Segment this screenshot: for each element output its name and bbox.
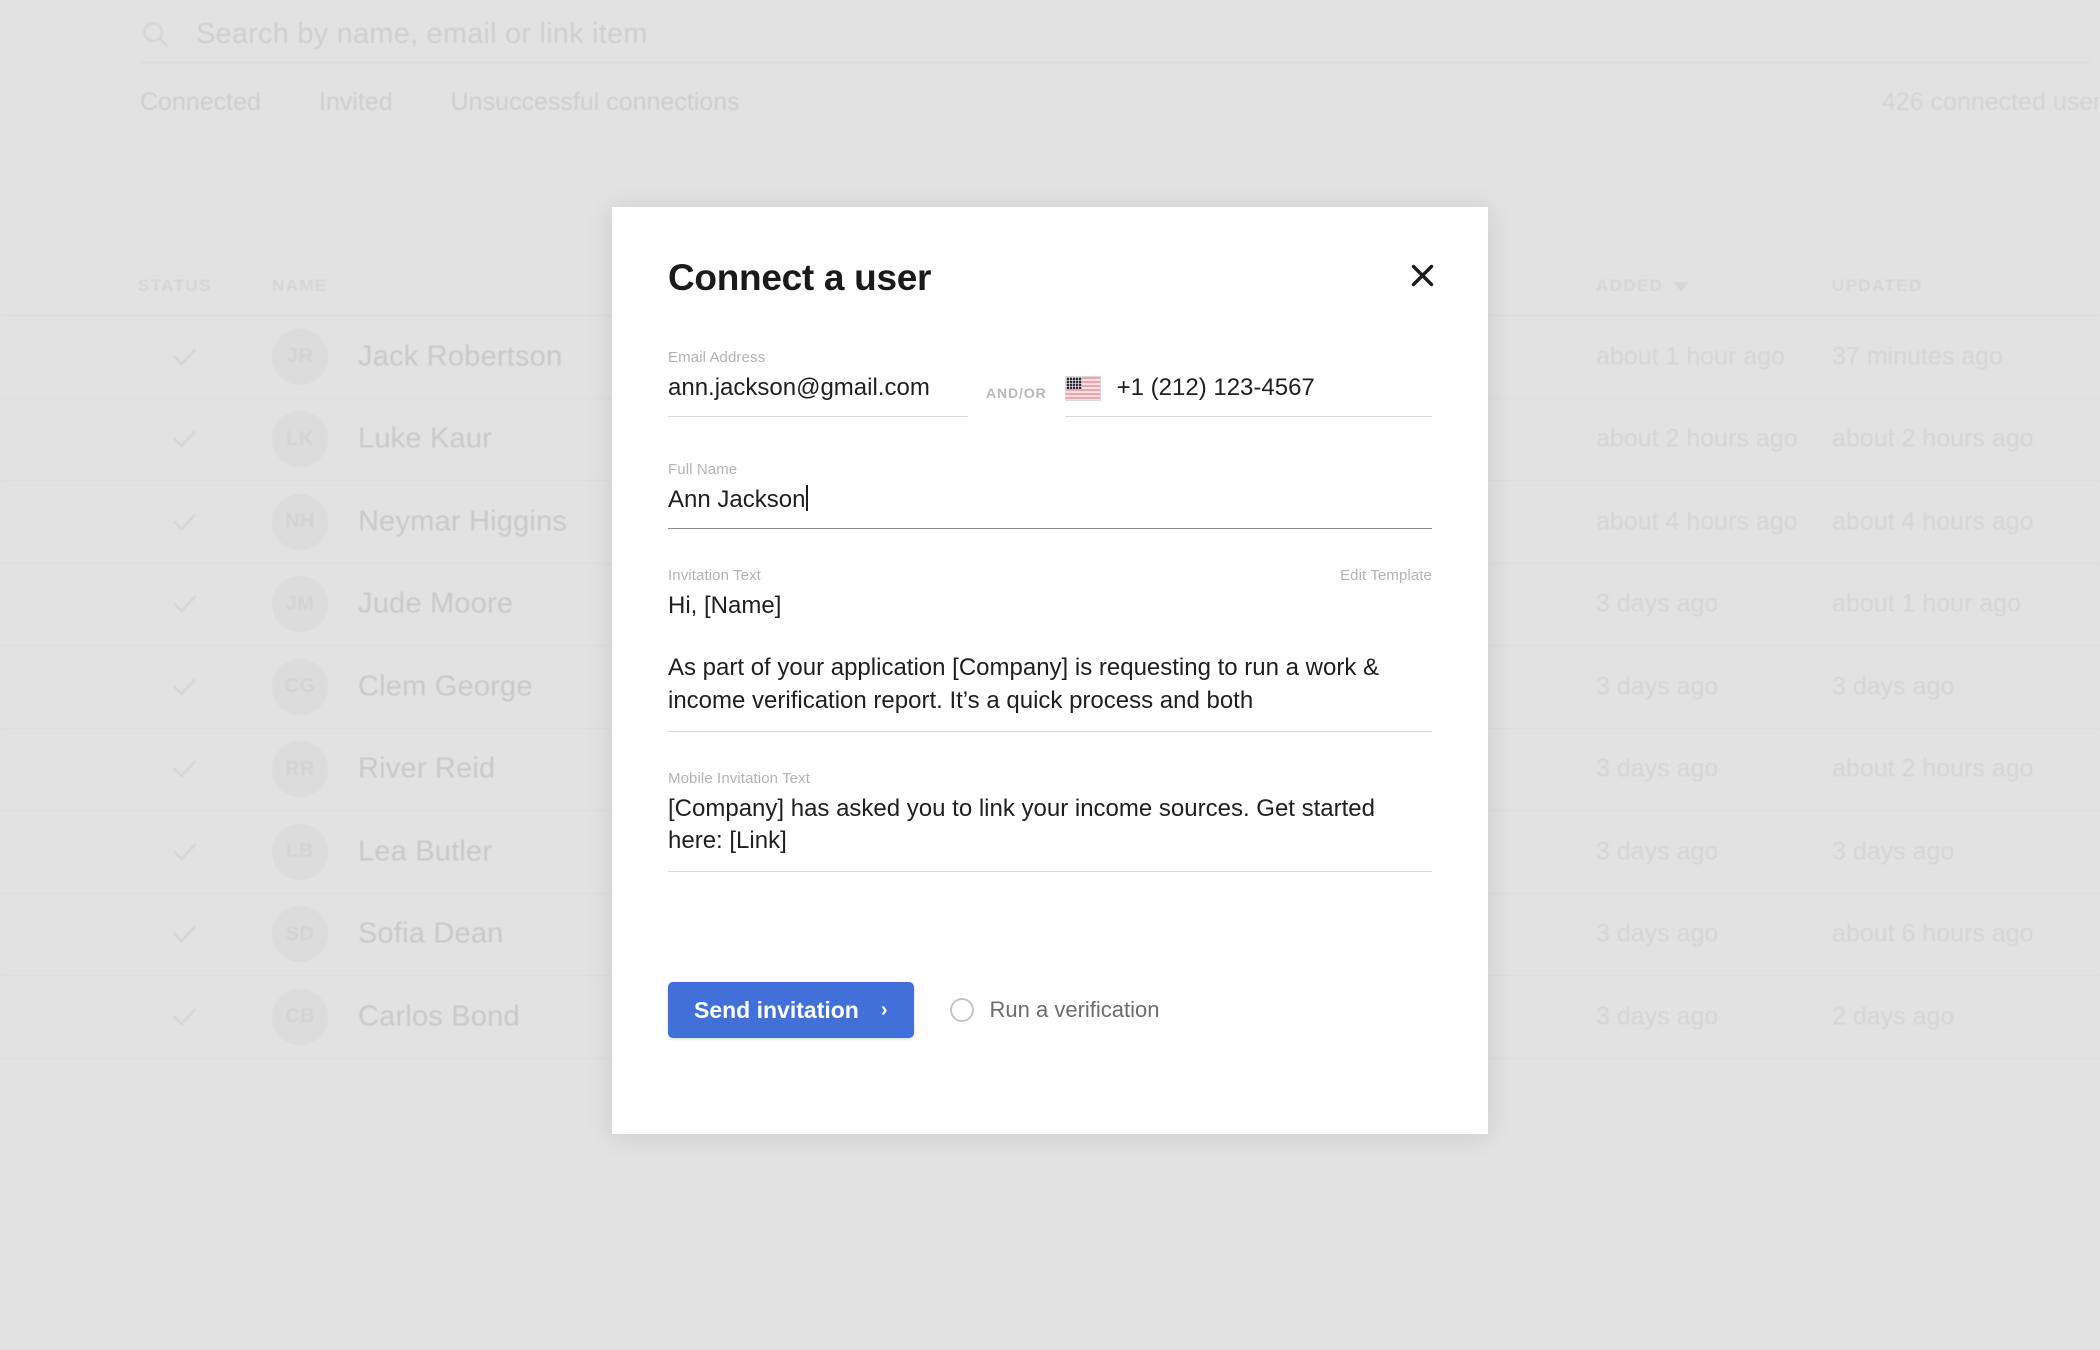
- email-field-group: Email Address ann.jackson@gmail.com: [668, 349, 968, 418]
- modal-title: Connect a user: [668, 257, 932, 298]
- mobile-invitation-body: [Company] has asked you to link your inc…: [668, 794, 1382, 854]
- text-cursor: [806, 485, 809, 512]
- phone-input[interactable]: +1 (212) 123-4567: [1064, 372, 1432, 418]
- chevron-right-icon: ›: [880, 998, 888, 1021]
- email-field-value: ann.jackson@gmail.com: [668, 374, 930, 401]
- mobile-invitation-text-group: Mobile Invitation Text [Company] has ask…: [668, 769, 1432, 873]
- run-verification-option[interactable]: Run a verification: [949, 997, 1160, 1023]
- full-name-field-label: Full Name: [668, 461, 738, 479]
- full-name-field-value: Ann Jackson: [668, 486, 806, 514]
- connect-a-user-modal: Connect a user Email Address ann.jackson…: [612, 207, 1488, 1134]
- send-invitation-button[interactable]: Send invitation ›: [668, 982, 914, 1038]
- phone-field-group: +1 (212) 123-4567: [1064, 372, 1432, 418]
- mobile-invitation-text-label: Mobile Invitation Text: [668, 769, 810, 787]
- invitation-text-label: Invitation Text: [668, 567, 761, 585]
- invitation-text-group: Invitation Text Edit Template Hi, [Name]…: [668, 567, 1432, 732]
- invitation-label-row: Invitation Text Edit Template: [668, 567, 1432, 590]
- us-flag-icon[interactable]: [1064, 375, 1101, 401]
- contact-row: Email Address ann.jackson@gmail.com AND/…: [668, 349, 1432, 418]
- close-button[interactable]: [1400, 253, 1444, 297]
- run-verification-label: Run a verification: [989, 997, 1160, 1022]
- modal-overlay: Connect a user Email Address ann.jackson…: [0, 0, 2100, 1350]
- phone-field-value: +1 (212) 123-4567: [1116, 374, 1315, 401]
- full-name-field-group: Full Name Ann Jackson: [668, 461, 1432, 530]
- invitation-greeting: Hi, [Name]: [668, 592, 782, 620]
- modal-actions: Send invitation › Run a verification: [668, 982, 1160, 1038]
- and-or-label: AND/OR: [986, 385, 1047, 402]
- radio-unchecked-icon[interactable]: [949, 998, 974, 1022]
- invitation-textarea[interactable]: Hi, [Name] As part of your application […: [668, 590, 1432, 732]
- close-icon: [1411, 264, 1433, 286]
- mobile-invitation-textarea[interactable]: [Company] has asked you to link your inc…: [668, 793, 1432, 873]
- invitation-body: As part of your application [Company] is…: [668, 654, 1386, 714]
- send-invitation-label: Send invitation: [694, 996, 859, 1023]
- email-input[interactable]: ann.jackson@gmail.com: [668, 372, 968, 418]
- edit-template-link[interactable]: Edit Template: [1340, 567, 1432, 584]
- email-field-label: Email Address: [668, 349, 766, 366]
- full-name-input[interactable]: Ann Jackson: [668, 484, 1432, 530]
